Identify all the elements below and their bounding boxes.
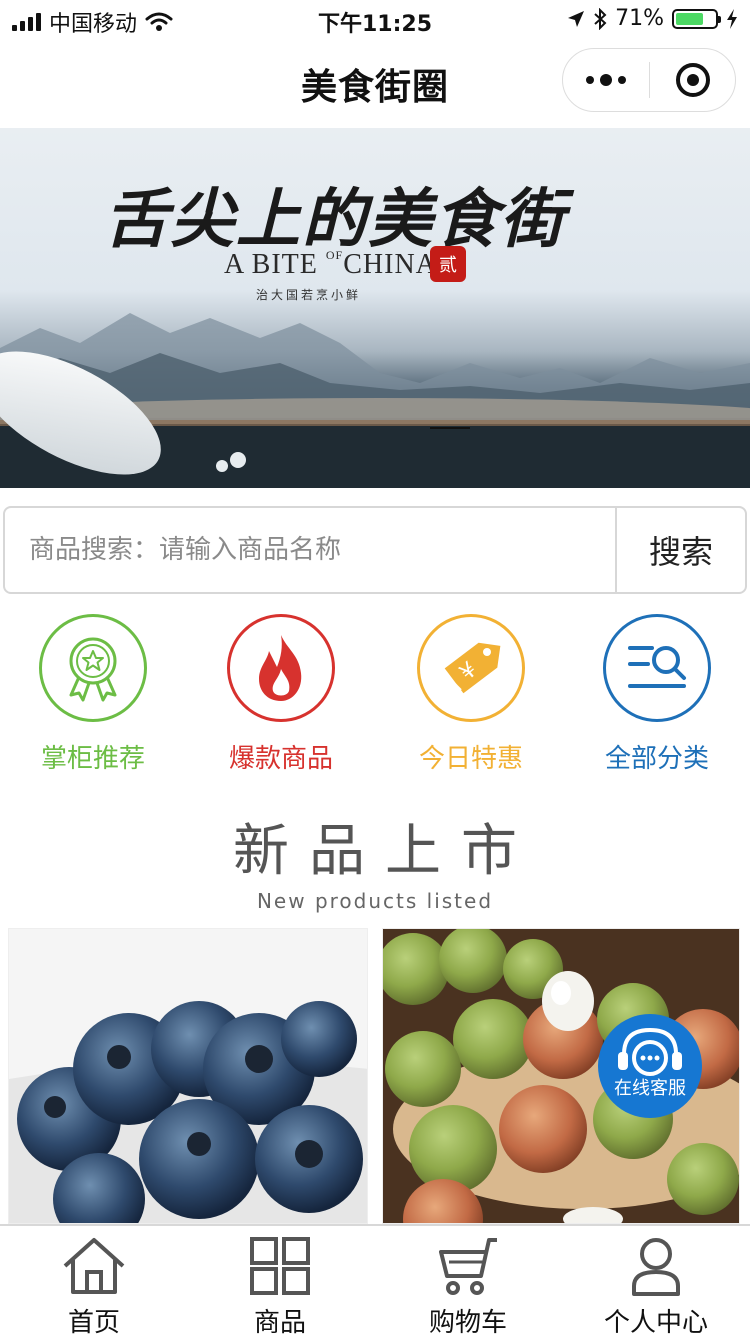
award-badge-icon [39,614,147,722]
miniprogram-capsule [562,48,736,112]
category-recommend[interactable]: 掌柜推荐 [28,614,158,775]
battery-percent: 71% [615,6,664,31]
more-dot-icon [586,76,594,84]
tab-label: 商品 [253,1308,306,1334]
tab-profile[interactable]: 个人中心 [586,1236,726,1334]
banner-calligraphy: 舌尖上的美食街 [104,182,566,257]
search-bar: 搜索 [3,506,747,594]
search-input[interactable] [5,508,615,592]
more-dot-icon [618,76,626,84]
bluetooth-icon [594,7,607,30]
fire-icon [227,614,335,722]
battery-fill [676,12,703,25]
new-products-heading: 新品上市 New products listed [0,806,750,913]
product-card-blueberry[interactable] [8,928,368,1224]
category-hot[interactable]: 爆款商品 [216,614,346,775]
price-tag-icon: ¥ [417,614,525,722]
category-label: 爆款商品 [228,744,333,774]
search-list-icon [603,614,711,722]
tab-products[interactable]: 商品 [210,1236,350,1334]
navigation-bar: 美食街圈 [0,40,750,128]
charging-bolt-icon [727,8,737,29]
service-label: 在线客服 [614,1078,686,1099]
hero-banner[interactable]: 舌尖上的美食街 A BITE OFCHINA 贰 治大国若烹小鲜 [0,128,750,488]
tab-home[interactable]: 首页 [24,1236,164,1334]
search-button[interactable]: 搜索 [615,508,745,592]
tab-label: 个人中心 [603,1308,708,1334]
blueberry-image [9,929,367,1223]
user-icon [632,1238,680,1296]
battery-icon [672,8,721,29]
status-bar: 中国移动 下午11:25 71% [0,0,750,40]
category-shortcuts: 掌柜推荐 爆款商品 ¥ 今日特惠 全部分类 [0,614,750,774]
section-title: 新品上市 [233,819,537,884]
bottom-tab-bar: 首页 商品 购物车 个人中心 [0,1224,750,1334]
category-deals[interactable]: ¥ 今日特惠 [406,614,536,775]
section-subtitle: New products listed [256,889,494,913]
location-arrow-icon [568,10,585,27]
category-label: 掌柜推荐 [40,744,145,774]
banner-english-title: A BITE OFCHINA [224,248,437,280]
cart-icon [439,1238,497,1295]
tab-label: 购物车 [428,1308,507,1334]
target-icon [675,63,710,97]
banner-seal: 贰 [430,246,466,282]
home-icon [63,1238,125,1294]
status-right: 71% [567,6,738,31]
grid-icon [250,1237,310,1295]
tab-cart[interactable]: 购物车 [398,1236,538,1334]
online-service-button[interactable]: 在线客服 [598,1014,702,1118]
category-all[interactable]: 全部分类 [592,614,722,775]
tab-label: 首页 [67,1308,120,1334]
category-label: 全部分类 [604,744,709,774]
banner-tagline: 治大国若烹小鲜 [256,288,362,302]
more-dot-icon [600,74,612,86]
more-button[interactable] [563,49,649,111]
category-label: 今日特惠 [418,744,523,774]
close-button[interactable] [650,49,735,111]
